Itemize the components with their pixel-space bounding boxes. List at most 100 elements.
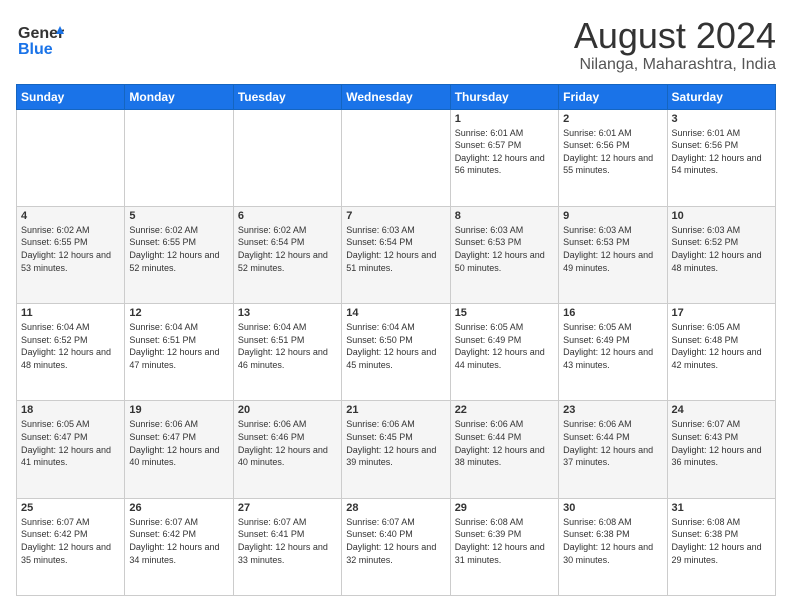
sun-info: Sunrise: 6:08 AMSunset: 6:39 PMDaylight:… [455,516,554,566]
sun-info: Sunrise: 6:06 AMSunset: 6:44 PMDaylight:… [563,418,662,468]
weekday-header: Sunday [17,84,125,109]
day-number: 19 [129,404,228,416]
calendar-cell: 10Sunrise: 6:03 AMSunset: 6:52 PMDayligh… [667,206,775,303]
calendar-cell: 11Sunrise: 6:04 AMSunset: 6:52 PMDayligh… [17,304,125,401]
day-number: 4 [21,210,120,222]
day-number: 26 [129,502,228,514]
calendar-cell: 29 Sunrise: 6:08 AMSunset: 6:39 PMDayligh… [450,498,558,595]
calendar-cell: 4 Sunrise: 6:02 AMSunset: 6:55 PMDaylight… [17,206,125,303]
calendar-cell [125,109,233,206]
calendar-cell: 8Sunrise: 6:03 AMSunset: 6:53 PMDaylight… [450,206,558,303]
sun-info: Sunrise: 6:06 AMSunset: 6:46 PMDaylight:… [238,418,337,468]
day-number: 2 [563,113,662,125]
calendar-week-row: 4 Sunrise: 6:02 AMSunset: 6:55 PMDaylight… [17,206,776,303]
day-number: 5 [129,210,228,222]
calendar-header-row: SundayMondayTuesdayWednesdayThursdayFrid… [17,84,776,109]
day-number: 15 [455,307,554,319]
sun-info: Sunrise: 6:02 AMSunset: 6:55 PMDaylight:… [21,224,120,274]
calendar-cell: 5 Sunrise: 6:02 AMSunset: 6:55 PMDaylight… [125,206,233,303]
location: Nilanga, Maharashtra, India [574,56,776,74]
day-number: 12 [129,307,228,319]
calendar-cell: 28 Sunrise: 6:07 AMSunset: 6:40 PMDayligh… [342,498,450,595]
calendar-week-row: 1Sunrise: 6:01 AMSunset: 6:57 PMDaylight… [17,109,776,206]
header: General Blue August 2024 Nilanga, Mahara… [16,16,776,74]
sun-info: Sunrise: 6:04 AMSunset: 6:50 PMDaylight:… [346,321,445,371]
weekday-header: Tuesday [233,84,341,109]
calendar-cell [17,109,125,206]
sun-info: Sunrise: 6:07 AMSunset: 6:40 PMDaylight:… [346,516,445,566]
sun-info: Sunrise: 6:03 AMSunset: 6:52 PMDaylight:… [672,224,771,274]
calendar-table: SundayMondayTuesdayWednesdayThursdayFrid… [16,84,776,596]
logo-icon: General Blue [16,16,64,64]
calendar-cell: 9 Sunrise: 6:03 AMSunset: 6:53 PMDaylight… [559,206,667,303]
calendar-cell: 20Sunrise: 6:06 AMSunset: 6:46 PMDayligh… [233,401,341,498]
sun-info: Sunrise: 6:07 AMSunset: 6:41 PMDaylight:… [238,516,337,566]
day-number: 28 [346,502,445,514]
sun-info: Sunrise: 6:04 AMSunset: 6:51 PMDaylight:… [129,321,228,371]
calendar-cell: 6Sunrise: 6:02 AMSunset: 6:54 PMDaylight… [233,206,341,303]
sun-info: Sunrise: 6:04 AMSunset: 6:51 PMDaylight:… [238,321,337,371]
calendar-cell: 1Sunrise: 6:01 AMSunset: 6:57 PMDaylight… [450,109,558,206]
day-number: 11 [21,307,120,319]
calendar-week-row: 11Sunrise: 6:04 AMSunset: 6:52 PMDayligh… [17,304,776,401]
sun-info: Sunrise: 6:01 AMSunset: 6:56 PMDaylight:… [672,127,771,177]
sun-info: Sunrise: 6:06 AMSunset: 6:45 PMDaylight:… [346,418,445,468]
sun-info: Sunrise: 6:07 AMSunset: 6:42 PMDaylight:… [129,516,228,566]
calendar-body: 1Sunrise: 6:01 AMSunset: 6:57 PMDaylight… [17,109,776,595]
weekday-header: Friday [559,84,667,109]
sun-info: Sunrise: 6:08 AMSunset: 6:38 PMDaylight:… [672,516,771,566]
calendar-cell: 13 Sunrise: 6:04 AMSunset: 6:51 PMDayligh… [233,304,341,401]
sun-info: Sunrise: 6:05 AMSunset: 6:48 PMDaylight:… [672,321,771,371]
day-number: 13 [238,307,337,319]
day-number: 31 [672,502,771,514]
sun-info: Sunrise: 6:01 AMSunset: 6:56 PMDaylight:… [563,127,662,177]
sun-info: Sunrise: 6:03 AMSunset: 6:54 PMDaylight:… [346,224,445,274]
weekday-header: Monday [125,84,233,109]
calendar-cell [342,109,450,206]
sun-info: Sunrise: 6:03 AMSunset: 6:53 PMDaylight:… [563,224,662,274]
svg-text:Blue: Blue [18,41,53,58]
calendar-cell: 14 Sunrise: 6:04 AMSunset: 6:50 PMDayligh… [342,304,450,401]
calendar-week-row: 25 Sunrise: 6:07 AMSunset: 6:42 PMDayligh… [17,498,776,595]
month-title: August 2024 [574,16,776,56]
sun-info: Sunrise: 6:02 AMSunset: 6:55 PMDaylight:… [129,224,228,274]
day-number: 23 [563,404,662,416]
day-number: 18 [21,404,120,416]
calendar-cell: 27 Sunrise: 6:07 AMSunset: 6:41 PMDayligh… [233,498,341,595]
calendar-cell: 25 Sunrise: 6:07 AMSunset: 6:42 PMDayligh… [17,498,125,595]
calendar-cell: 23 Sunrise: 6:06 AMSunset: 6:44 PMDayligh… [559,401,667,498]
sun-info: Sunrise: 6:07 AMSunset: 6:42 PMDaylight:… [21,516,120,566]
sun-info: Sunrise: 6:06 AMSunset: 6:47 PMDaylight:… [129,418,228,468]
calendar-cell: 12 Sunrise: 6:04 AMSunset: 6:51 PMDayligh… [125,304,233,401]
calendar-cell [233,109,341,206]
day-number: 8 [455,210,554,222]
calendar-cell: 17 Sunrise: 6:05 AMSunset: 6:48 PMDayligh… [667,304,775,401]
sun-info: Sunrise: 6:02 AMSunset: 6:54 PMDaylight:… [238,224,337,274]
day-number: 22 [455,404,554,416]
day-number: 25 [21,502,120,514]
calendar-cell: 24 Sunrise: 6:07 AMSunset: 6:43 PMDayligh… [667,401,775,498]
title-area: August 2024 Nilanga, Maharashtra, India [574,16,776,74]
calendar-cell: 31 Sunrise: 6:08 AMSunset: 6:38 PMDayligh… [667,498,775,595]
sun-info: Sunrise: 6:05 AMSunset: 6:49 PMDaylight:… [563,321,662,371]
day-number: 29 [455,502,554,514]
day-number: 27 [238,502,337,514]
sun-info: Sunrise: 6:07 AMSunset: 6:43 PMDaylight:… [672,418,771,468]
calendar-cell: 22Sunrise: 6:06 AMSunset: 6:44 PMDayligh… [450,401,558,498]
weekday-header: Thursday [450,84,558,109]
day-number: 1 [455,113,554,125]
page: General Blue August 2024 Nilanga, Mahara… [0,0,792,612]
calendar-week-row: 18Sunrise: 6:05 AMSunset: 6:47 PMDayligh… [17,401,776,498]
day-number: 24 [672,404,771,416]
day-number: 21 [346,404,445,416]
calendar-cell: 7Sunrise: 6:03 AMSunset: 6:54 PMDaylight… [342,206,450,303]
calendar-cell: 15Sunrise: 6:05 AMSunset: 6:49 PMDayligh… [450,304,558,401]
sun-info: Sunrise: 6:08 AMSunset: 6:38 PMDaylight:… [563,516,662,566]
day-number: 3 [672,113,771,125]
day-number: 17 [672,307,771,319]
logo-area: General Blue [16,16,64,64]
weekday-header: Saturday [667,84,775,109]
day-number: 9 [563,210,662,222]
day-number: 14 [346,307,445,319]
calendar-cell: 19 Sunrise: 6:06 AMSunset: 6:47 PMDayligh… [125,401,233,498]
